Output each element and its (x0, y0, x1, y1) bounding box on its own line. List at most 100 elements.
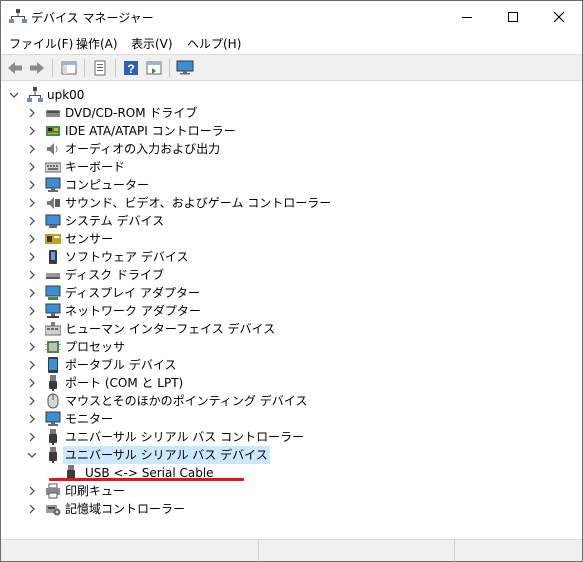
back-button[interactable] (5, 58, 25, 78)
menu-file[interactable]: ファイル(F) (9, 35, 73, 52)
tree-category[interactable]: ディスプレイ アダプター (1, 284, 301, 302)
ide-controller-icon (46, 126, 60, 136)
chevron-right-icon[interactable] (27, 270, 37, 280)
minimize-button[interactable] (444, 1, 490, 32)
toolbar-separator (169, 59, 170, 77)
tree-category-label: ポータブル デバイス (65, 358, 177, 372)
chevron-right-icon[interactable] (27, 324, 37, 334)
menu-help[interactable]: ヘルプ(H) (187, 35, 241, 52)
menu-view[interactable]: 表示(V) (131, 35, 173, 52)
tree-category-label: ユニバーサル シリアル バス デバイス (63, 446, 270, 464)
tree-category[interactable]: センサー (1, 230, 301, 248)
tree-category[interactable]: システム デバイス (1, 212, 301, 230)
tree-category[interactable]: ポート (COM と LPT) (1, 374, 301, 392)
dvd-drive-icon (46, 110, 60, 117)
properties-icon (94, 60, 106, 76)
chevron-right-icon[interactable] (27, 180, 37, 190)
maximize-button[interactable] (490, 1, 536, 32)
printer-icon (46, 483, 60, 499)
forward-icon (30, 62, 44, 74)
chevron-right-icon[interactable] (27, 216, 37, 226)
tree-item-label: 印刷キュー (65, 484, 126, 498)
tree-category[interactable]: マウスとそのほかのポインティング デバイス (1, 392, 307, 410)
tree-category-label: オーディオの入力および出力 (65, 142, 221, 156)
tree-root[interactable]: upk00 (1, 86, 301, 104)
forward-button[interactable] (27, 58, 47, 78)
tree-category[interactable]: ディスク ドライブ (1, 266, 301, 284)
tree-category[interactable]: オーディオの入力および出力 (1, 140, 301, 158)
chevron-right-icon[interactable] (27, 396, 37, 406)
tree-item-storage-controllers[interactable]: 記憶域コントローラー (1, 500, 301, 518)
tree-category[interactable]: サウンド、ビデオ、およびゲーム コントローラー (1, 194, 331, 212)
scan-hardware-button[interactable] (175, 58, 195, 78)
toolbar: ? (1, 54, 582, 81)
properties-button[interactable] (90, 58, 110, 78)
help-button[interactable]: ? (121, 58, 141, 78)
monitor-icon (176, 60, 194, 75)
usb-controller-icon (49, 429, 57, 445)
chevron-right-icon[interactable] (27, 234, 37, 244)
tree-category-label: マウスとそのほかのポインティング デバイス (65, 394, 308, 408)
tree-category-label: ディスプレイ アダプター (65, 286, 200, 300)
tree-category[interactable]: モニター (1, 410, 301, 428)
menu-action[interactable]: 操作(A) (76, 35, 118, 52)
chevron-down-icon[interactable] (27, 450, 37, 460)
chevron-right-icon[interactable] (27, 126, 37, 136)
audio-io-icon (47, 143, 58, 155)
close-icon (554, 11, 564, 22)
sensor-icon (45, 234, 61, 244)
tree-category-label: システム デバイス (65, 214, 165, 228)
tree-category[interactable]: コンピューター (1, 176, 301, 194)
chevron-right-icon[interactable] (27, 504, 37, 514)
tree-item-print-queue[interactable]: 印刷キュー (1, 482, 301, 500)
chevron-right-icon[interactable] (27, 252, 37, 262)
toolbar-separator (84, 59, 85, 77)
tree-category[interactable]: ユニバーサル シリアル バス デバイス (1, 446, 301, 464)
status-pane-2 (259, 540, 455, 562)
tree-category[interactable]: プロセッサ (1, 338, 301, 356)
network-adapter-icon (45, 303, 61, 318)
storage-controller-icon (46, 505, 61, 516)
chevron-right-icon[interactable] (27, 288, 37, 298)
chevron-right-icon[interactable] (27, 198, 37, 208)
tree-category[interactable]: ソフトウェア デバイス (1, 248, 301, 266)
tree-category[interactable]: IDE ATA/ATAPI コントローラー (1, 122, 301, 140)
console-tree-button[interactable] (59, 58, 79, 78)
tree-category[interactable]: ネットワーク アダプター (1, 302, 301, 320)
back-icon (8, 62, 22, 74)
device-tree[interactable]: upk00 DVD/CD-ROM ドライブ IDE ATA/ATAPI コントロー… (1, 82, 582, 538)
chevron-right-icon[interactable] (27, 342, 37, 352)
tree-item-label: 記憶域コントローラー (65, 502, 186, 516)
tree-category[interactable]: ヒューマン インターフェイス デバイス (1, 320, 301, 338)
keyboard-icon (45, 162, 61, 173)
tree-category-label: DVD/CD-ROM ドライブ (65, 106, 198, 120)
portable-device-icon (48, 357, 58, 373)
software-device-icon (49, 250, 57, 264)
action-pane-icon (146, 61, 162, 75)
action-pane-button[interactable] (144, 58, 164, 78)
tree-category[interactable]: ユニバーサル シリアル バス コントローラー (1, 428, 304, 446)
chevron-right-icon[interactable] (27, 162, 37, 172)
chevron-right-icon[interactable] (27, 486, 37, 496)
chevron-right-icon[interactable] (27, 108, 37, 118)
tree-category-label: サウンド、ビデオ、およびゲーム コントローラー (65, 196, 332, 210)
maximize-icon (508, 11, 518, 22)
tree-category[interactable]: キーボード (1, 158, 301, 176)
tree-category-label: モニター (65, 412, 114, 426)
hid-icon (45, 322, 61, 336)
tree-category-label: ネットワーク アダプター (65, 304, 201, 318)
device-manager-icon (9, 9, 27, 23)
chevron-right-icon[interactable] (27, 144, 37, 154)
title-bar: デバイス マネージャー (1, 1, 582, 32)
chevron-right-icon[interactable] (27, 432, 37, 442)
chevron-down-icon[interactable] (9, 90, 19, 100)
tree-category[interactable]: DVD/CD-ROM ドライブ (1, 104, 301, 122)
chevron-right-icon[interactable] (27, 378, 37, 388)
tree-category-label: コンピューター (65, 178, 150, 192)
chevron-right-icon[interactable] (27, 360, 37, 370)
chevron-right-icon[interactable] (27, 306, 37, 316)
computer-root-icon (27, 87, 43, 102)
chevron-right-icon[interactable] (27, 414, 37, 424)
tree-category[interactable]: ポータブル デバイス (1, 356, 301, 374)
close-button[interactable] (536, 1, 582, 32)
